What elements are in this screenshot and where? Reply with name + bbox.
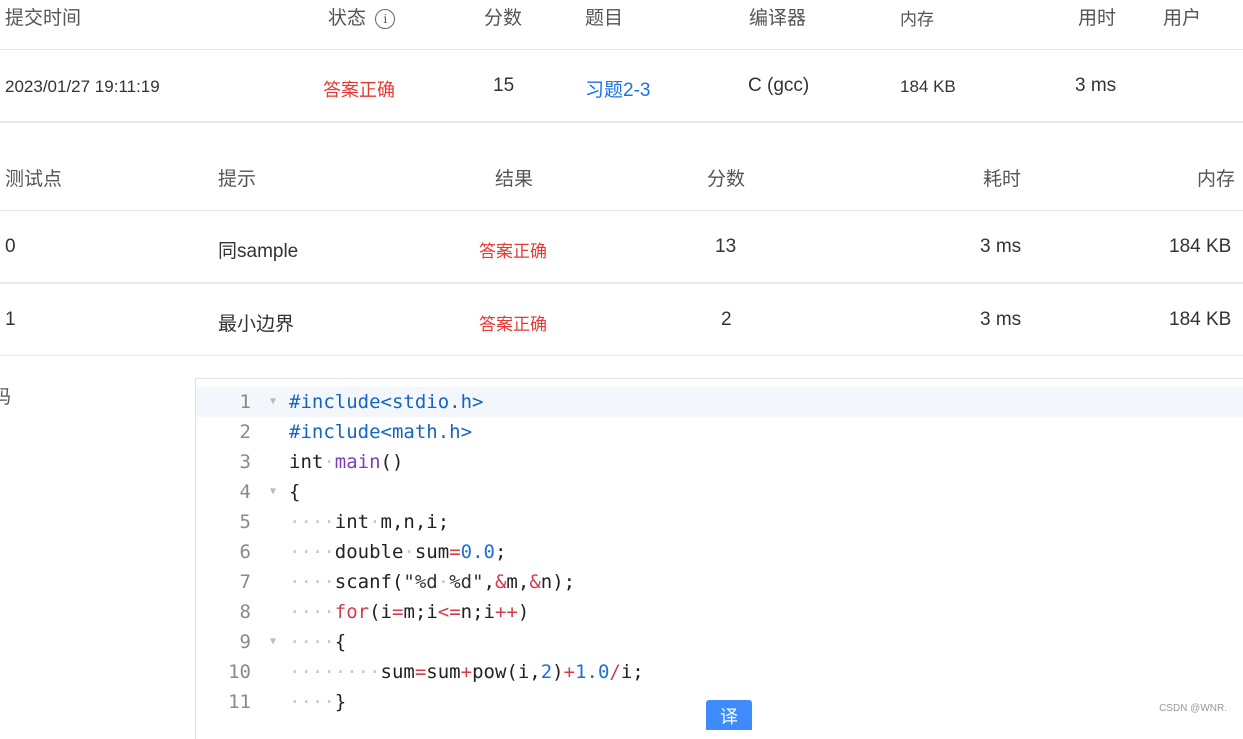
line-number: 1 [239, 391, 251, 413]
code-section-label: 码 [0, 387, 12, 408]
header-submit-time: 提交时间 [5, 8, 82, 29]
header-test-score: 分数 [707, 169, 746, 190]
submit-time-value: 2023/01/27 19:11:19 [5, 77, 160, 96]
code-text: { [289, 481, 301, 503]
test-hint: 最小边界 [218, 314, 295, 335]
header-score: 分数 [484, 8, 523, 29]
test-result: 答案正确 [479, 242, 547, 261]
fold-arrow-icon[interactable]: ▼ [270, 387, 276, 417]
floating-translate-button[interactable]: 译 [706, 700, 752, 730]
code-text: #include<math.h> [289, 421, 473, 443]
code-text: ····double·sum=0.0; [289, 541, 507, 563]
header-compiler: 编译器 [749, 8, 807, 29]
line-number: 6 [239, 541, 251, 563]
header-test-time: 耗时 [983, 169, 1022, 190]
header-problem: 题目 [585, 8, 624, 29]
fold-arrow-icon[interactable]: ▼ [270, 627, 276, 657]
score-value: 15 [493, 75, 515, 96]
code-text: ····for(i=m;i<=n;i++) [289, 601, 530, 623]
line-number: 10 [228, 661, 251, 683]
line-number: 2 [239, 421, 251, 443]
code-editor[interactable]: 1 ▼ #include<stdio.h> 2 #include<math.h>… [195, 378, 1243, 739]
line-number: 9 [239, 631, 251, 653]
line-number: 3 [239, 451, 251, 473]
code-text: int·main() [289, 451, 404, 473]
code-text: ····{ [289, 631, 347, 653]
test-memory: 184 KB [1169, 236, 1232, 257]
line-number: 8 [239, 601, 251, 623]
status-value: 答案正确 [323, 80, 395, 100]
header-status-label: 状态 [328, 8, 367, 29]
watermark: CSDN @WNR. [1159, 703, 1227, 714]
duration-value: 3 ms [1075, 75, 1117, 96]
info-icon[interactable]: i [375, 9, 396, 29]
memory-value: 184 KB [900, 77, 956, 96]
header-memory: 内存 [900, 10, 934, 29]
line-number: 5 [239, 511, 251, 533]
test-case-id: 1 [5, 309, 16, 330]
header-result: 结果 [495, 169, 534, 190]
line-number: 11 [228, 691, 251, 713]
test-time: 3 ms [980, 309, 1022, 330]
code-text: ····scanf("%d·%d",&m,&n); [289, 571, 576, 593]
code-text: #include<stdio.h> [289, 391, 484, 413]
code-text: ····int·m,n,i; [289, 511, 450, 533]
header-test-memory: 内存 [1197, 169, 1236, 190]
divider [0, 49, 1243, 50]
compiler-value: C (gcc) [748, 75, 810, 96]
line-number: 7 [239, 571, 251, 593]
test-case-id: 0 [5, 236, 16, 257]
line-number: 4 [239, 481, 251, 503]
problem-link[interactable]: 习题2-3 [585, 75, 650, 102]
test-score: 13 [715, 236, 737, 257]
code-text: ········sum=sum+pow(i,2)+1.0/i; [289, 661, 644, 683]
divider [0, 355, 1243, 356]
test-memory: 184 KB [1169, 309, 1232, 330]
divider [0, 210, 1243, 211]
test-time: 3 ms [980, 236, 1022, 257]
test-result: 答案正确 [479, 315, 547, 334]
header-test-case: 测试点 [5, 169, 63, 190]
header-user: 用户 [1163, 8, 1202, 29]
header-hint: 提示 [218, 169, 257, 190]
header-status: 状态 i [328, 3, 396, 30]
fold-arrow-icon[interactable]: ▼ [270, 477, 276, 507]
divider [0, 282, 1243, 284]
header-duration: 用时 [1078, 8, 1117, 29]
divider [0, 121, 1243, 123]
code-text: ····} [289, 691, 347, 713]
test-hint: 同sample [218, 241, 299, 262]
test-score: 2 [721, 309, 732, 330]
